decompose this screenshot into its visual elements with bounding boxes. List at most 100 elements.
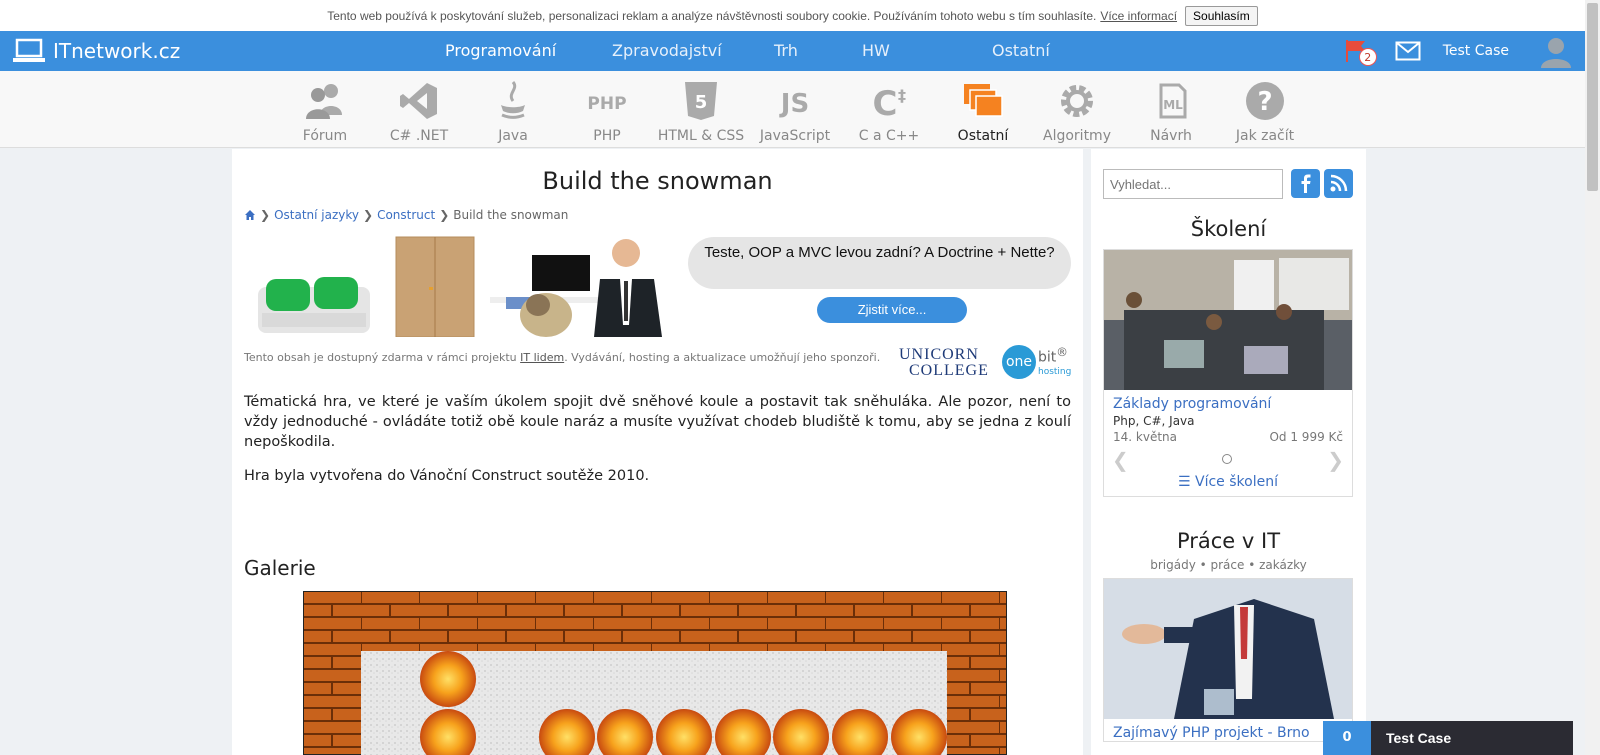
gallery-heading: Galerie bbox=[244, 556, 316, 580]
category-algoritmy[interactable]: Algoritmy bbox=[1030, 75, 1124, 144]
training-card[interactable]: Základy programování Php, C#, Java 14. k… bbox=[1103, 249, 1353, 497]
category-javascript[interactable]: JS JavaScript bbox=[748, 75, 842, 144]
avatar[interactable] bbox=[1539, 34, 1573, 68]
sponsor-text-post: . Vydávání, hosting a aktualizace umožňu… bbox=[564, 351, 881, 364]
jobs-heading: Práce v IT bbox=[1176, 529, 1281, 553]
menu-zpravodajstvi[interactable]: Zpravodajství bbox=[612, 31, 722, 71]
category-java[interactable]: Java bbox=[466, 75, 560, 144]
carousel-prev-icon[interactable]: ❮ bbox=[1112, 448, 1129, 472]
carousel-next-icon[interactable]: ❯ bbox=[1327, 448, 1344, 472]
chevron-right-icon: ❯ bbox=[363, 208, 374, 222]
home-icon[interactable] bbox=[244, 209, 256, 221]
cookie-accept-button[interactable]: Souhlasím bbox=[1185, 5, 1258, 26]
sponsor-text-pre: Tento obsah je dostupný zdarma v rámci p… bbox=[244, 351, 517, 364]
svg-text:?: ? bbox=[1257, 87, 1272, 117]
job-name[interactable]: Zajímavý PHP projekt - Brno bbox=[1104, 719, 1352, 741]
scrollbar-thumb[interactable] bbox=[1587, 3, 1598, 191]
menu-ostatni[interactable]: Ostatní bbox=[992, 31, 1050, 71]
breadcrumb-current: Build the snowman bbox=[453, 208, 569, 222]
user-name[interactable]: Test Case bbox=[1443, 43, 1509, 59]
category-label: Ostatní bbox=[957, 128, 1009, 144]
uml-icon: ML bbox=[1159, 83, 1187, 119]
jobs-subtitle: brigády • práce • zakázky bbox=[1150, 558, 1307, 572]
cookie-text: Tento web používá k poskytování služeb, … bbox=[327, 8, 1097, 23]
top-navigation: ITnetwork.cz Programování Zpravodajství … bbox=[0, 31, 1585, 140]
unicorn-line2: College bbox=[909, 362, 989, 379]
svg-text:‡: ‡ bbox=[898, 86, 906, 105]
gear-icon bbox=[1061, 85, 1093, 117]
course-meta: 14. května Od 1 999 Kč bbox=[1104, 428, 1352, 444]
rss-icon bbox=[1330, 174, 1348, 192]
banner-bubble: Teste, OOP a MVC levou zadní? A Doctrine… bbox=[688, 237, 1071, 289]
logo-text: ITnetwork.cz bbox=[53, 39, 181, 63]
rss-button[interactable] bbox=[1324, 169, 1353, 198]
svg-text:5: 5 bbox=[695, 92, 708, 113]
menu-hw-sw[interactable]: HW a SW bbox=[862, 31, 890, 140]
category-navrh[interactable]: ML Návrh bbox=[1124, 75, 1218, 144]
article-paragraph-1: Tématická hra, ve které je vaším úkolem … bbox=[244, 394, 1071, 450]
question-icon: ? bbox=[1246, 82, 1284, 120]
onebit-logo[interactable]: one bit® hosting bbox=[1002, 345, 1071, 379]
category-html-css[interactable]: 5 HTML & CSS bbox=[654, 75, 748, 144]
unicorn-college-logo[interactable]: Unicorn College bbox=[899, 347, 989, 379]
carousel-dot[interactable] bbox=[1222, 454, 1232, 464]
scrollbar[interactable] bbox=[1585, 0, 1600, 755]
category-label: C# .NET bbox=[389, 128, 449, 144]
category-c-cpp[interactable]: C ‡ C a C++ bbox=[842, 75, 936, 144]
breadcrumb-ostatni-jazyky[interactable]: Ostatní jazyky bbox=[274, 208, 359, 222]
category-jak-zacit[interactable]: ? Jak začít bbox=[1218, 75, 1312, 144]
search-input[interactable] bbox=[1103, 169, 1283, 199]
breadcrumb-construct[interactable]: Construct bbox=[377, 208, 435, 222]
visual-studio-icon bbox=[400, 83, 437, 119]
category-php[interactable]: PHP PHP bbox=[560, 75, 654, 144]
sidebar: Školení Základy programování Php, C#, Ja… bbox=[1091, 149, 1366, 755]
users-icon bbox=[306, 84, 342, 119]
menu-trh[interactable]: Trh bbox=[774, 31, 798, 71]
svg-text:PHP: PHP bbox=[587, 94, 626, 114]
gallery-screenshot[interactable] bbox=[303, 591, 1007, 755]
cookie-more-link[interactable]: Více informací bbox=[1100, 9, 1177, 23]
cookie-bar: Tento web používá k poskytování služeb, … bbox=[0, 0, 1585, 31]
category-forum[interactable]: Fórum bbox=[278, 75, 372, 144]
training-photo bbox=[1104, 250, 1352, 390]
article-content: Build the snowman ❯ Ostatní jazyky ❯ Con… bbox=[232, 149, 1083, 755]
site-logo[interactable]: ITnetwork.cz bbox=[12, 37, 180, 65]
job-photo bbox=[1104, 579, 1352, 719]
category-label: Fórum bbox=[302, 128, 348, 144]
chat-count: 0 bbox=[1323, 721, 1371, 755]
course-name[interactable]: Základy programování bbox=[1104, 390, 1352, 412]
category-label: Java bbox=[498, 128, 528, 144]
js-icon: JS bbox=[779, 89, 809, 119]
breadcrumb: ❯ Ostatní jazyky ❯ Construct ❯ Build the… bbox=[244, 208, 568, 222]
category-ostatni[interactable]: Ostatní bbox=[936, 75, 1030, 144]
job-card[interactable]: Zajímavý PHP projekt - Brno bbox=[1103, 578, 1353, 742]
banner-cta-button[interactable]: Zjistit více... bbox=[817, 297, 967, 323]
notifications-button[interactable]: 2 bbox=[1343, 36, 1377, 66]
banner-illustration bbox=[258, 236, 662, 338]
category-label: Jak začít bbox=[1235, 128, 1295, 144]
category-navigation: Fórum C# .NET Java PHP PHP 5 HTML & CSS … bbox=[0, 71, 1585, 148]
menu-programovani[interactable]: Programování bbox=[445, 31, 556, 71]
php-icon: PHP bbox=[587, 94, 626, 114]
category-label: PHP bbox=[593, 128, 621, 144]
cpp-icon: C ‡ bbox=[873, 84, 906, 123]
category-csharp[interactable]: C# .NET bbox=[372, 75, 466, 144]
course-date: 14. května bbox=[1113, 430, 1177, 444]
html5-icon: 5 bbox=[685, 82, 717, 120]
svg-text:JS: JS bbox=[779, 89, 809, 119]
sponsor-note: Tento obsah je dostupný zdarma v rámci p… bbox=[244, 351, 880, 364]
chevron-right-icon: ❯ bbox=[439, 208, 450, 222]
unicorn-line1: Unicorn bbox=[899, 346, 979, 363]
svg-text:ML: ML bbox=[1163, 98, 1183, 112]
page-title: Build the snowman bbox=[542, 167, 773, 195]
chat-bar[interactable]: 0 Test Case bbox=[1323, 721, 1573, 755]
category-label: HTML & CSS bbox=[657, 128, 745, 144]
promo-banner[interactable]: Teste, OOP a MVC levou zadní? A Doctrine… bbox=[244, 235, 1071, 338]
more-trainings-link[interactable]: ☰ Více školení bbox=[1104, 474, 1352, 496]
list-icon: ☰ bbox=[1178, 474, 1191, 490]
layers-icon bbox=[964, 84, 1003, 117]
onebit-sub: hosting bbox=[1038, 366, 1072, 377]
it-lidem-link[interactable]: IT lidem bbox=[520, 351, 564, 364]
facebook-button[interactable] bbox=[1291, 169, 1320, 198]
mail-icon[interactable] bbox=[1395, 41, 1421, 61]
